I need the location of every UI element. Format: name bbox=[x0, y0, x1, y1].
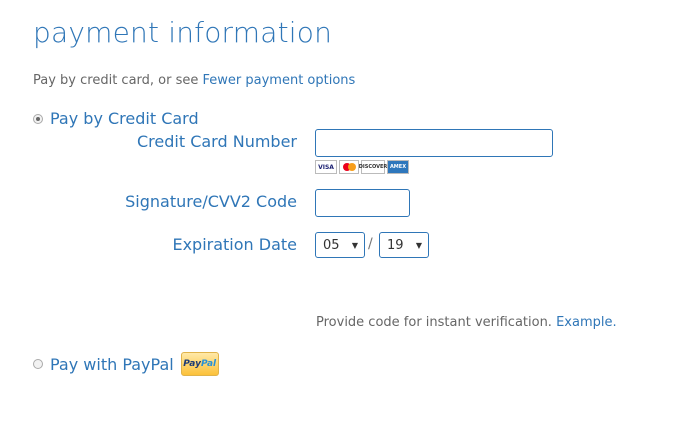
dropdown-arrow-icon: ▼ bbox=[415, 240, 422, 250]
expiration-year-select[interactable]: 19 ▼ bbox=[379, 232, 429, 258]
fewer-payment-options-link[interactable]: Fewer payment options bbox=[203, 73, 356, 88]
paypal-logo-icon: Pay Pal bbox=[180, 352, 219, 376]
hint-text: Provide code for instant verification. bbox=[316, 315, 552, 330]
expiration-label: Expiration Date bbox=[172, 235, 297, 254]
card-number-input[interactable] bbox=[315, 129, 553, 157]
cvv-input[interactable] bbox=[315, 189, 410, 217]
paypal-option-label: Pay with PayPal bbox=[50, 354, 174, 374]
credit-card-radio[interactable] bbox=[33, 113, 43, 124]
example-link[interactable]: Example. bbox=[556, 315, 617, 330]
expiration-separator: / bbox=[368, 236, 373, 252]
credit-card-option-label: Pay by Credit Card bbox=[50, 109, 199, 128]
card-number-label: Credit Card Number bbox=[137, 132, 297, 151]
expiration-year-value: 19 bbox=[387, 237, 404, 253]
dropdown-arrow-icon: ▼ bbox=[351, 240, 358, 250]
cvv-label: Signature/CVV2 Code bbox=[125, 192, 297, 211]
discover-icon: DISCOVER bbox=[359, 160, 387, 174]
credit-card-option[interactable]: Pay by Credit Card bbox=[33, 109, 199, 128]
amex-icon: AMEX bbox=[387, 160, 409, 174]
subtitle-text: Pay by credit card, or see bbox=[33, 73, 199, 88]
paypal-option[interactable]: Pay with PayPal Pay Pal bbox=[33, 352, 219, 376]
payment-subtitle: Pay by credit card, or see Fewer payment… bbox=[33, 73, 355, 88]
paypal-logo-part2: Pal bbox=[200, 359, 217, 369]
expiration-month-value: 05 bbox=[323, 237, 340, 253]
visa-icon: VISA bbox=[315, 160, 337, 174]
card-logos: VISA DISCOVER AMEX bbox=[315, 160, 409, 174]
paypal-radio[interactable] bbox=[33, 359, 43, 369]
page-title: payment information bbox=[33, 16, 333, 49]
verification-hint: Provide code for instant verification. E… bbox=[316, 315, 617, 330]
mastercard-icon bbox=[339, 160, 359, 174]
expiration-month-select[interactable]: 05 ▼ bbox=[315, 232, 365, 258]
paypal-logo-part1: Pay bbox=[183, 359, 201, 369]
